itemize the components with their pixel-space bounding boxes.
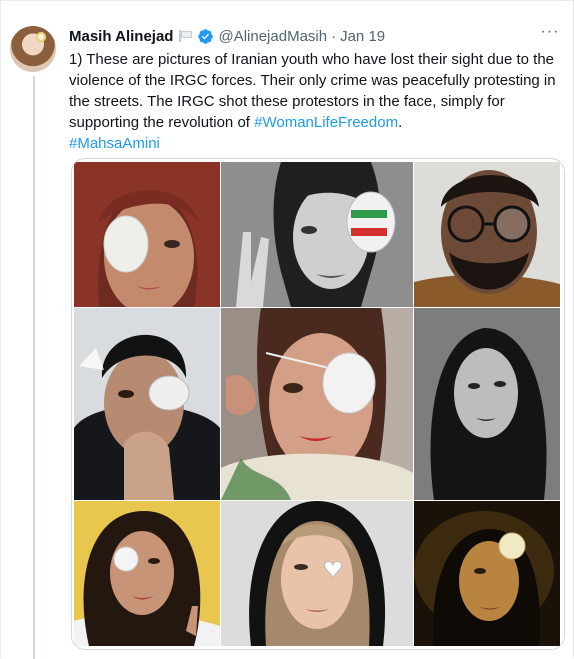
tweet-text: 1) These are pictures of Iranian youth w… xyxy=(69,49,559,154)
thread-line xyxy=(33,76,35,659)
photo-2[interactable] xyxy=(221,162,413,307)
tweet-date[interactable]: Jan 19 xyxy=(340,28,385,45)
avatar[interactable] xyxy=(10,26,56,72)
photo-8[interactable] xyxy=(221,501,413,646)
tweet-text-line: 1) These are pictures of Iranian youth w… xyxy=(69,51,555,68)
author-name[interactable]: Masih Alinejad xyxy=(69,28,173,45)
tweet-text-line: violence of the IRGC forces. Their only … xyxy=(69,72,556,89)
author-handle[interactable]: @AlinejadMasih xyxy=(218,28,327,45)
more-options-icon[interactable]: ··· xyxy=(539,24,561,40)
hashtag-womanlifefreedom[interactable]: #WomanLifeFreedom xyxy=(254,114,398,131)
tweet-text-line: supporting the revolution of xyxy=(69,114,255,131)
photo-3[interactable] xyxy=(414,162,560,307)
verified-badge-icon[interactable] xyxy=(197,28,214,45)
photo-4[interactable] xyxy=(74,308,220,500)
media-grid-image[interactable] xyxy=(71,158,565,650)
tweet-text-line: the streets. The IRGC shot these protest… xyxy=(69,93,505,110)
avatar-flower-decoration xyxy=(36,32,46,42)
photo-1[interactable] xyxy=(74,162,220,307)
tweet-header: Masih Alinejad @AlinejadMasih · Jan 19 xyxy=(69,26,385,46)
photo-9[interactable] xyxy=(414,501,560,646)
photo-5[interactable] xyxy=(221,308,413,500)
photo-6[interactable] xyxy=(414,308,560,500)
period: . xyxy=(398,114,403,131)
photo-7[interactable] xyxy=(74,501,220,646)
hashtag-mahsaamini[interactable]: #MahsaAmini xyxy=(69,135,160,152)
white-flag-icon xyxy=(179,30,193,42)
header-separator: · xyxy=(331,27,337,45)
